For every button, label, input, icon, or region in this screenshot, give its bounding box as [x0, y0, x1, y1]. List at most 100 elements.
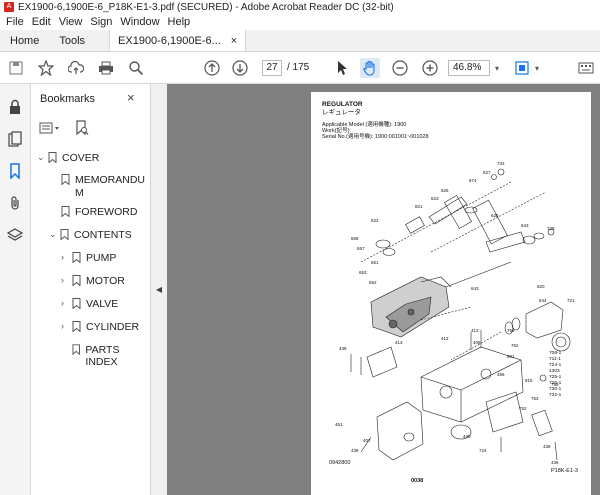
fit-dropdown-icon[interactable]: ▾ [532, 58, 542, 78]
bookmark-valve[interactable]: › VALVE [61, 298, 118, 310]
svg-text:407: 407 [363, 438, 371, 443]
bookmark-icon [72, 298, 81, 309]
menu-view[interactable]: View [55, 16, 87, 28]
svg-text:461: 461 [335, 422, 343, 427]
keyboard-icon[interactable] [576, 58, 596, 78]
bookmark-cylinder[interactable]: › CYLINDER [61, 321, 139, 333]
bookmark-parts-index[interactable]: PARTS INDEX [72, 344, 150, 368]
bookmark-icon [60, 229, 69, 240]
tab-close-icon[interactable]: × [231, 35, 237, 47]
svg-text:820: 820 [537, 284, 545, 289]
zoom-level-value: 46.8% [453, 62, 482, 73]
lock-icon[interactable] [6, 98, 24, 116]
page-up-icon[interactable] [202, 58, 222, 78]
menu-bar: File Edit View Sign Window Help [0, 14, 600, 30]
acrobat-logo-icon: A [4, 2, 14, 12]
tab-document-label: EX1900-6,1900E-6... [118, 34, 221, 47]
document-viewport[interactable]: REGULATOR レギュレータ Applicable Model (適用機種)… [167, 84, 600, 495]
bookmark-label: MOTOR [86, 275, 125, 287]
bookmark-foreword[interactable]: FOREWORD [61, 206, 137, 218]
svg-text:623: 623 [431, 196, 439, 201]
fit-page-icon[interactable] [512, 58, 532, 78]
find-bookmark-icon[interactable] [75, 120, 89, 139]
bookmark-label: COVER [62, 152, 100, 164]
svg-text:728: 728 [547, 226, 555, 231]
svg-text:652: 652 [369, 280, 377, 285]
svg-text:490: 490 [463, 434, 471, 439]
print-icon[interactable] [96, 58, 116, 78]
expand-chevron-icon[interactable]: ⌄ [49, 229, 60, 240]
attachment-icon[interactable] [6, 194, 24, 212]
close-panel-icon[interactable]: × [127, 90, 135, 105]
svg-text:708-1: 708-1 [549, 350, 562, 356]
svg-text:643: 643 [471, 286, 479, 291]
svg-text:466: 466 [497, 372, 505, 377]
bookmark-cover[interactable]: ⌄ COVER [37, 152, 99, 164]
menu-sign[interactable]: Sign [86, 16, 116, 28]
collapse-chevron-icon[interactable]: › [61, 275, 72, 285]
bookmark-label: PUMP [86, 252, 117, 264]
bookmark-panel-icon[interactable] [6, 162, 24, 180]
menu-help[interactable]: Help [164, 16, 195, 28]
collapse-chevron-icon[interactable]: › [61, 252, 72, 262]
bookmark-contents[interactable]: ⌄ CONTENTS [49, 229, 132, 241]
layers-icon[interactable] [6, 226, 24, 244]
svg-text:438: 438 [339, 346, 347, 351]
bookmark-icon [72, 252, 81, 263]
collapse-chevron-icon[interactable]: › [61, 321, 72, 331]
svg-text:762: 762 [511, 343, 519, 348]
pdf-page-number: 0038 [411, 478, 424, 484]
svg-text:644: 644 [539, 298, 547, 303]
svg-text:438: 438 [543, 444, 551, 449]
tab-home[interactable]: Home [0, 30, 49, 51]
bookmarks-panel: Bookmarks × ⌄ COVER MEMORANDU M FOREWORD … [31, 84, 151, 495]
svg-text:651: 651 [371, 260, 379, 265]
bookmark-memorandum[interactable]: MEMORANDU M [61, 174, 145, 200]
svg-text:657: 657 [357, 246, 365, 251]
svg-text:626: 626 [441, 188, 449, 193]
tab-document[interactable]: EX1900-6,1900E-6... × [109, 30, 247, 51]
svg-text:412: 412 [441, 336, 449, 341]
menu-window[interactable]: Window [116, 16, 163, 28]
hand-tool-icon[interactable] [360, 58, 380, 78]
menu-edit[interactable]: Edit [28, 16, 55, 28]
collapse-left-icon[interactable]: ◀ [156, 285, 162, 294]
cloud-upload-icon[interactable] [66, 58, 86, 78]
bookmark-label: PARTS INDEX [85, 344, 120, 368]
bookmark-icon [61, 174, 70, 185]
save-icon[interactable] [6, 58, 26, 78]
star-icon[interactable] [36, 58, 56, 78]
panel-collapse-handle[interactable]: ◀ [151, 84, 167, 495]
svg-text:724-1: 724-1 [549, 362, 562, 368]
zoom-in-icon[interactable] [420, 58, 440, 78]
pdf-page: REGULATOR レギュレータ Applicable Model (適用機種)… [311, 92, 591, 495]
page-number-input[interactable]: 27 [262, 60, 282, 76]
collapse-chevron-icon[interactable]: › [61, 298, 72, 308]
expand-chevron-icon[interactable]: ⌄ [37, 152, 48, 163]
svg-text:438: 438 [351, 448, 359, 453]
zoom-out-icon[interactable] [390, 58, 410, 78]
pdf-figure-code: 0942800 [329, 460, 351, 466]
bookmark-pump[interactable]: › PUMP [61, 252, 116, 264]
bookmark-icon [48, 152, 57, 163]
svg-text:724: 724 [479, 448, 487, 453]
bookmark-icon [72, 275, 81, 286]
select-cursor-icon[interactable] [332, 58, 352, 78]
menu-file[interactable]: File [2, 16, 28, 28]
tab-bar: Home Tools EX1900-6,1900E-6... × [0, 30, 600, 52]
zoom-level-select[interactable]: 46.8% [448, 60, 490, 76]
bookmark-icon [61, 206, 70, 217]
page-thumbnails-icon[interactable] [6, 130, 24, 148]
page-total: / 175 [287, 62, 310, 73]
search-icon[interactable] [126, 58, 146, 78]
page-down-icon[interactable] [230, 58, 250, 78]
svg-text:726-1: 726-1 [549, 380, 562, 386]
exploded-parts-diagram: 732627674 626623821 622668657 651653652 … [335, 161, 575, 465]
svg-text:674: 674 [469, 178, 477, 183]
svg-text:413: 413 [395, 340, 403, 345]
bookmark-motor[interactable]: › MOTOR [61, 275, 125, 287]
tab-tools[interactable]: Tools [49, 30, 95, 51]
bookmark-options-icon[interactable] [39, 122, 61, 137]
zoom-dropdown-icon[interactable]: ▾ [492, 60, 502, 76]
svg-text:732-1: 732-1 [549, 392, 562, 398]
